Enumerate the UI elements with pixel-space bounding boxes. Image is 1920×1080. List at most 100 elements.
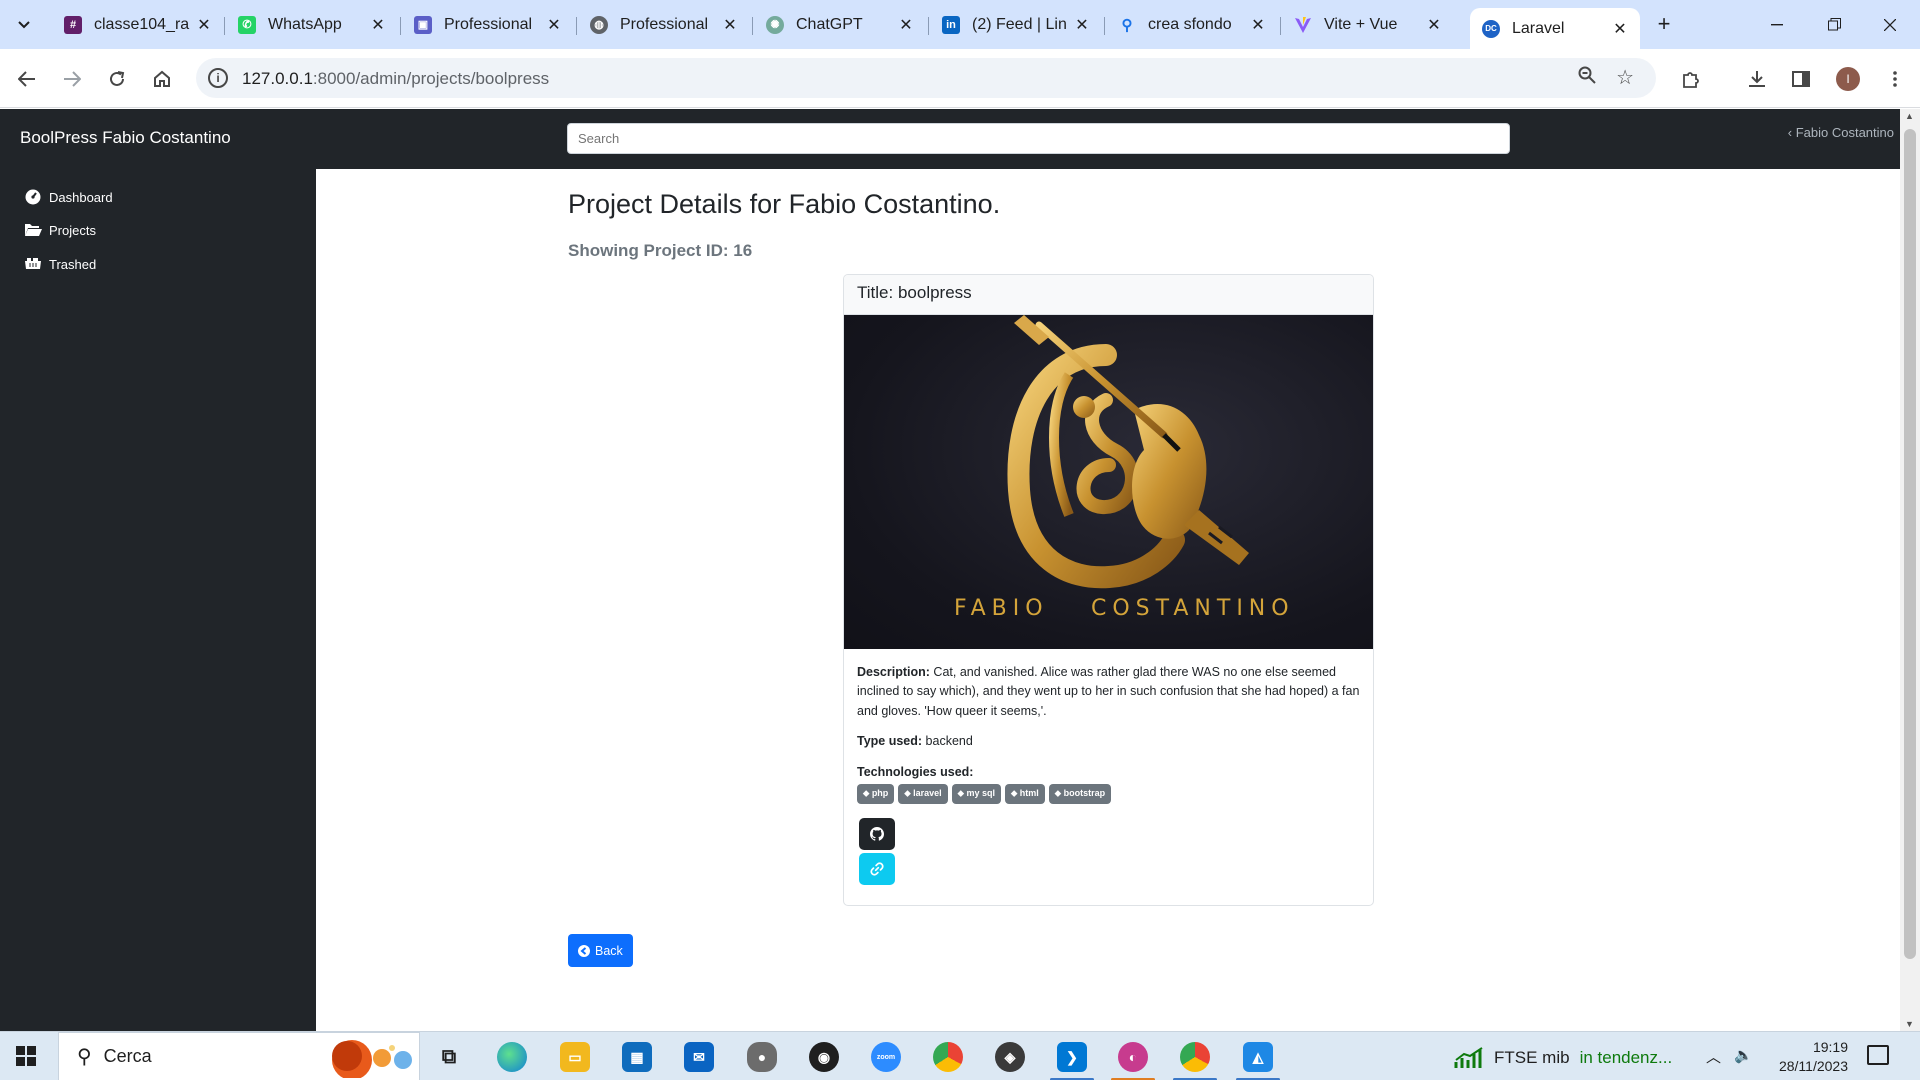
brand-link[interactable]: BoolPress Fabio Costantino	[20, 128, 231, 148]
speaker-icon[interactable]: 🔈	[1734, 1046, 1753, 1064]
microsoft-store-icon[interactable]: ▦	[622, 1042, 652, 1072]
back-nav-button[interactable]	[12, 64, 42, 94]
technologies-label: Technologies used:	[857, 764, 974, 779]
restore-button[interactable]	[1804, 0, 1864, 49]
side-panel-icon	[1792, 71, 1810, 87]
edge-icon[interactable]	[497, 1042, 527, 1072]
laravel-tab-icon: DC	[1482, 19, 1500, 38]
fabio-costantino-logo: FABIO COSTANTINO	[954, 315, 1295, 621]
voice-recorder-icon[interactable]: ●	[747, 1042, 777, 1072]
back-button[interactable]: Back	[568, 934, 633, 967]
browser-tab-7[interactable]: Vite + Vue ✕	[1282, 8, 1454, 41]
kebab-menu-icon	[1893, 71, 1897, 87]
sidebar-item-dashboard[interactable]: Dashboard	[24, 189, 113, 205]
close-icon[interactable]: ✕	[1072, 15, 1092, 35]
close-icon[interactable]: ✕	[1610, 19, 1630, 39]
type-label: Type used:	[857, 734, 923, 749]
forward-nav-button[interactable]	[57, 64, 87, 94]
scrollbar-thumb[interactable]	[1904, 129, 1916, 959]
home-icon	[154, 70, 170, 87]
site-info-icon[interactable]: i	[208, 68, 228, 88]
zoom-icon[interactable]	[1578, 66, 1596, 89]
mail-icon[interactable]: ✉	[684, 1042, 714, 1072]
close-icon[interactable]: ✕	[720, 15, 740, 35]
extensions-button[interactable]	[1676, 64, 1706, 94]
page-scrollbar[interactable]: ▲ ▼	[1900, 109, 1920, 1031]
dumpster-icon	[24, 256, 42, 272]
url-text[interactable]: 127.0.0.1:8000/admin/projects/boolpress	[242, 69, 549, 89]
chevron-up-icon[interactable]: ︿	[1706, 1046, 1721, 1067]
github-icon	[870, 826, 884, 841]
close-window-button[interactable]	[1860, 0, 1920, 49]
close-icon[interactable]: ✕	[544, 15, 564, 35]
photos-icon[interactable]: ◭	[1243, 1042, 1273, 1072]
github-desktop-icon[interactable]: ◈	[995, 1042, 1025, 1072]
file-explorer-icon[interactable]: ▭	[560, 1042, 590, 1072]
logo-text-last: COSTANTINO	[1091, 596, 1295, 621]
chatgpt-icon: ✺	[766, 15, 784, 34]
obs-icon[interactable]: ◉	[809, 1042, 839, 1072]
zoom-icon[interactable]: zoom	[871, 1042, 901, 1072]
project-cover-image: FABIO COSTANTINO	[844, 315, 1373, 649]
reload-button[interactable]	[102, 64, 132, 94]
card-body: Description: Cat, and vanished. Alice wa…	[844, 649, 1373, 899]
caret-left-icon: ‹	[1787, 125, 1793, 140]
stock-widget[interactable]: FTSE mib in tendenz...	[1454, 1046, 1672, 1070]
task-view-icon[interactable]: ⧉	[434, 1042, 464, 1072]
github-button[interactable]	[859, 817, 895, 850]
minimize-button[interactable]	[1747, 0, 1807, 49]
scroll-down-arrow-icon[interactable]: ▼	[1905, 1019, 1914, 1029]
globe-icon: ◍	[590, 15, 608, 34]
sidebar-item-trashed[interactable]: Trashed	[24, 256, 96, 272]
link-icon	[870, 862, 884, 876]
new-tab-button[interactable]: +	[1650, 12, 1678, 38]
portfolio-icon: ▣	[414, 15, 432, 34]
close-icon[interactable]: ✕	[368, 15, 388, 35]
taskbar-search[interactable]: ⚲ Cerca	[58, 1032, 420, 1080]
tag-icon: ⬥	[1010, 787, 1020, 798]
search-input[interactable]	[567, 123, 1510, 154]
app-launcher-icon[interactable]: ◐	[1118, 1042, 1148, 1072]
downloads-button[interactable]	[1742, 64, 1772, 94]
main-content: Project Details for Fabio Costantino. Sh…	[316, 169, 1900, 1031]
type-value: backend	[925, 734, 973, 749]
close-icon[interactable]: ✕	[1424, 15, 1444, 35]
browser-tab-5[interactable]: in (2) Feed | Lin ✕	[930, 8, 1102, 41]
sidebar-item-projects[interactable]: Projects	[24, 222, 96, 238]
address-bar[interactable]: i 127.0.0.1:8000/admin/projects/boolpres…	[196, 58, 1656, 98]
user-dropdown[interactable]: ‹ Fabio Costantino	[1788, 125, 1894, 140]
windows-taskbar: ⚲ Cerca ⧉ ▭ ▦ ✉ ● ◉ zoom ◈ ❯ ◐ ◭ FTSE mi…	[0, 1031, 1920, 1080]
whatsapp-icon: ✆	[238, 15, 256, 34]
chrome-profile-icon[interactable]	[1180, 1042, 1210, 1072]
browser-menu-button[interactable]	[1880, 64, 1910, 94]
home-button[interactable]	[147, 64, 177, 94]
description-text: Cat, and vanished. Alice was rather glad…	[857, 665, 1360, 718]
side-panel-button[interactable]	[1786, 64, 1816, 94]
notification-center-icon[interactable]	[1867, 1045, 1889, 1065]
bookmark-star-icon[interactable]: ☆	[1616, 65, 1634, 90]
browser-tab-6[interactable]: ⚲ crea sfondo ✕	[1106, 8, 1278, 41]
scroll-up-arrow-icon[interactable]: ▲	[1905, 111, 1914, 121]
external-link-button[interactable]	[859, 852, 895, 885]
close-icon[interactable]: ✕	[1248, 15, 1268, 35]
chrome-icon[interactable]	[933, 1042, 963, 1072]
linkedin-icon: in	[942, 15, 960, 34]
browser-tab-0[interactable]: # classe104_ra ✕	[52, 8, 224, 41]
profile-avatar[interactable]: I	[1836, 67, 1860, 91]
browser-tab-3[interactable]: ◍ Professional ✕	[578, 8, 750, 41]
tab-search-button[interactable]	[10, 12, 38, 38]
close-icon[interactable]: ✕	[896, 15, 916, 35]
browser-tab-1[interactable]: ✆ WhatsApp ✕	[226, 8, 398, 41]
browser-tab-2[interactable]: ▣ Professional ✕	[402, 8, 574, 41]
close-icon[interactable]: ✕	[194, 15, 214, 35]
technology-badge: ⬥ laravel	[898, 783, 948, 804]
vscode-icon[interactable]: ❯	[1057, 1042, 1087, 1072]
technology-badges: ⬥ php ⬥ laravel ⬥ my sql ⬥ html ⬥ bootst…	[857, 783, 1360, 804]
browser-tab-active[interactable]: DC Laravel ✕	[1470, 8, 1640, 49]
browser-tab-4[interactable]: ✺ ChatGPT ✕	[754, 8, 926, 41]
dashboard-icon	[24, 189, 42, 205]
project-id-subtitle: Showing Project ID: 16	[568, 241, 753, 260]
system-clock[interactable]: 19:19 28/11/2023	[1772, 1038, 1848, 1076]
windows-start-icon[interactable]	[16, 1046, 36, 1066]
tag-icon: ⬥	[904, 787, 914, 798]
